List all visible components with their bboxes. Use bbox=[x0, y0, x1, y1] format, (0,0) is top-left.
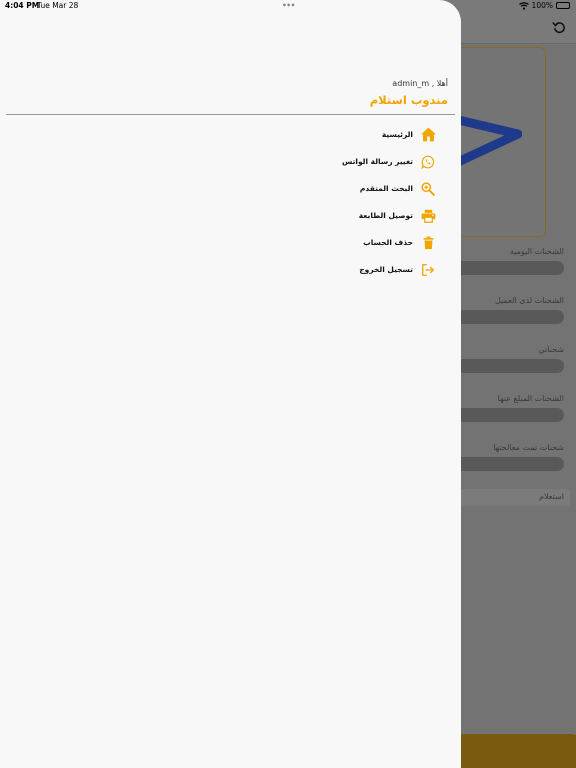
menu-item-logout[interactable]: تسجيل الخروج bbox=[137, 256, 437, 283]
whatsapp-icon bbox=[419, 153, 437, 171]
daily-shipments-label: الشحنات اليومية bbox=[509, 247, 564, 256]
menu-item-connect-printer[interactable]: توصيل الطابعة bbox=[137, 202, 437, 229]
processed-shipments-label: شحنات تمت معالجتها bbox=[493, 443, 564, 452]
status-bar: 4:04 PM Tue Mar 28 ••• 100% bbox=[0, 0, 576, 12]
navigation-drawer: أهلا , admin_m مندوب استلام الرئيسية تغي… bbox=[0, 0, 461, 768]
user-role-title: مندوب استلام bbox=[369, 93, 448, 107]
menu-item-label: حذف الحساب bbox=[363, 238, 413, 247]
menu-item-label: تغيير رسالة الواتس bbox=[341, 157, 413, 166]
home-icon bbox=[419, 126, 437, 144]
menu-item-home[interactable]: الرئيسية bbox=[137, 121, 437, 148]
menu-item-advanced-search[interactable]: البحث المتقدم bbox=[137, 175, 437, 202]
wifi-icon bbox=[518, 1, 529, 10]
reported-shipments-card[interactable]: الشحنات المبلغ عنها bbox=[456, 394, 568, 422]
reported-shipments-label: الشحنات المبلغ عنها bbox=[497, 394, 564, 403]
menu-item-whatsapp-message[interactable]: تغيير رسالة الواتس bbox=[137, 148, 437, 175]
daily-shipments-card[interactable]: الشحنات اليومية bbox=[456, 247, 568, 275]
status-date: Tue Mar 28 bbox=[37, 1, 79, 10]
search-icon bbox=[419, 180, 437, 198]
inquiry-label-wrap: استعلام bbox=[456, 492, 568, 501]
drawer-menu: الرئيسية تغيير رسالة الواتس البحث المتقد… bbox=[137, 121, 437, 283]
refresh-icon[interactable] bbox=[552, 20, 566, 34]
logout-icon bbox=[419, 261, 437, 279]
customer-shipments-card[interactable]: الشحنات لدى العميل bbox=[456, 296, 568, 324]
processed-shipments-card[interactable]: شحنات تمت معالجتها bbox=[456, 443, 568, 471]
customer-shipments-label: الشحنات لدى العميل bbox=[495, 296, 564, 305]
printer-icon bbox=[419, 207, 437, 225]
battery-percentage: 100% bbox=[531, 1, 553, 10]
menu-item-label: الرئيسية bbox=[381, 130, 413, 139]
user-greeting: أهلا , admin_m bbox=[392, 79, 448, 88]
drawer-divider bbox=[6, 114, 455, 115]
trash-icon bbox=[419, 234, 437, 252]
battery-icon bbox=[556, 2, 570, 9]
inquiry-label: استعلام bbox=[539, 492, 564, 501]
my-shipments-label: شحناتي bbox=[538, 345, 564, 354]
menu-item-label: تسجيل الخروج bbox=[359, 265, 413, 274]
menu-item-delete-account[interactable]: حذف الحساب bbox=[137, 229, 437, 256]
status-time: 4:04 PM bbox=[5, 1, 40, 10]
menu-item-label: البحث المتقدم bbox=[359, 184, 413, 193]
multitasking-dots-icon[interactable]: ••• bbox=[282, 1, 295, 10]
my-shipments-card[interactable]: شحناتي bbox=[456, 345, 568, 373]
menu-item-label: توصيل الطابعة bbox=[358, 211, 413, 220]
